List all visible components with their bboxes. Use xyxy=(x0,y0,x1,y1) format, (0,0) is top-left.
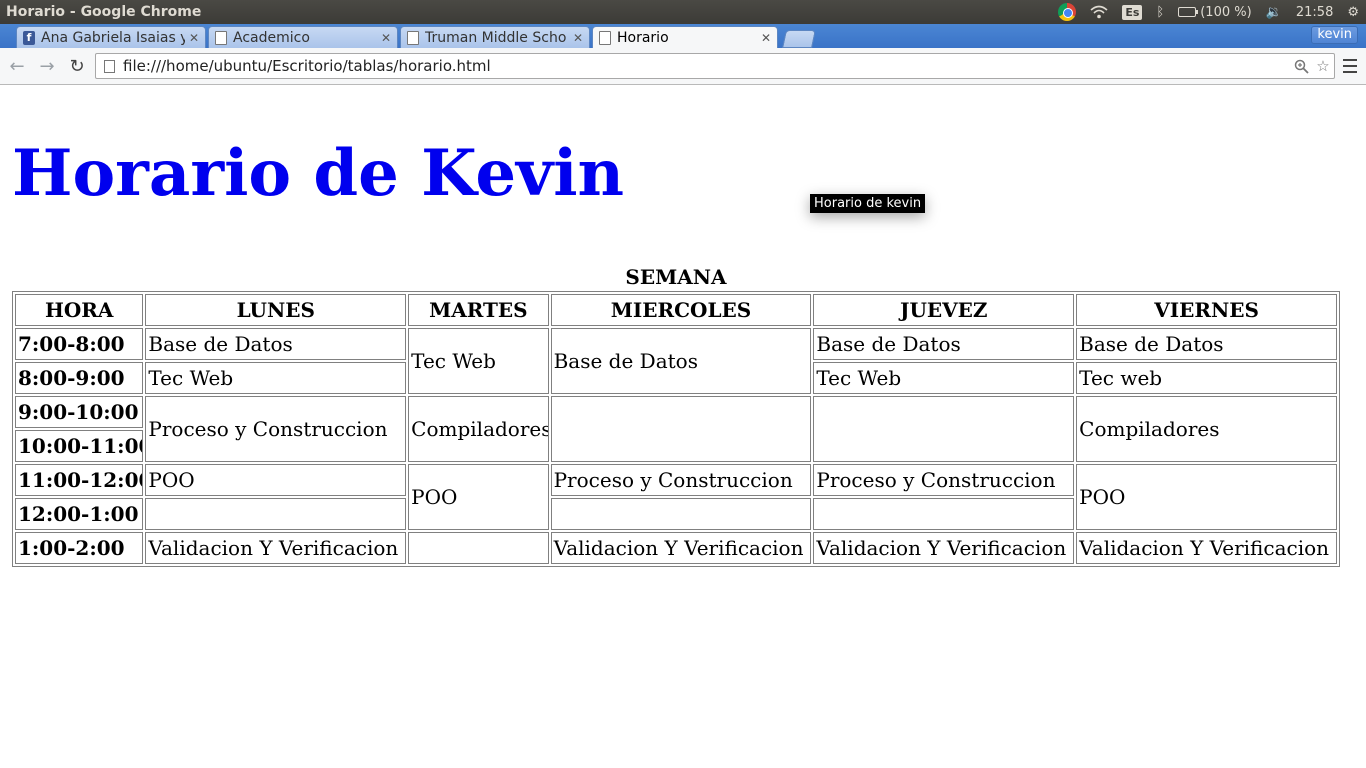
zoom-icon[interactable] xyxy=(1290,55,1312,77)
table-caption: SEMANA xyxy=(625,265,727,289)
url-text[interactable]: file:///home/ubuntu/Escritorio/tablas/ho… xyxy=(123,57,1290,75)
schedule-table: SEMANA HORA LUNES MARTES MIERCOLES JUEVE… xyxy=(12,263,1340,567)
class-cell: Proceso y Construccion xyxy=(813,464,1075,496)
close-icon[interactable]: ✕ xyxy=(573,31,583,45)
header-lunes: LUNES xyxy=(145,294,407,326)
tab-facebook[interactable]: f Ana Gabriela Isaias y ✕ xyxy=(16,26,206,48)
header-viernes: VIERNES xyxy=(1076,294,1337,326)
table-row: 7:00-8:00 Base de Datos Tec Web Base de … xyxy=(15,328,1337,394)
browser-toolbar: ← → ↻ file:///home/ubuntu/Escritorio/tab… xyxy=(0,48,1366,85)
class-cell: Compiladores xyxy=(1076,396,1337,462)
window-title: Horario - Google Chrome xyxy=(6,4,202,20)
facebook-icon: f xyxy=(23,30,35,45)
tab-horario[interactable]: Horario ✕ xyxy=(592,26,778,49)
reload-icon[interactable]: ↻ xyxy=(64,53,90,79)
class-cell: Base de Datos xyxy=(145,328,407,360)
header-juevez: JUEVEZ xyxy=(813,294,1075,326)
tab-truman[interactable]: Truman Middle Scho ✕ xyxy=(400,26,590,48)
new-tab-button[interactable] xyxy=(782,30,816,48)
tab-academico[interactable]: Academico ✕ xyxy=(208,26,398,48)
wifi-icon[interactable] xyxy=(1083,0,1115,24)
tab-label: Ana Gabriela Isaias y xyxy=(41,29,185,46)
battery-indicator[interactable]: (100 %) xyxy=(1171,0,1258,24)
table-header-row: HORA LUNES MARTES MIERCOLES JUEVEZ VIERN… xyxy=(15,294,1337,326)
bookmark-star-icon[interactable]: ☆ xyxy=(1312,55,1334,77)
class-cell xyxy=(550,498,812,530)
page-icon xyxy=(104,59,115,73)
hour-cell: 10:00-11:00 xyxy=(15,430,144,462)
class-cell: Proceso y Construccion xyxy=(145,396,407,462)
class-cell: POO xyxy=(408,464,549,530)
close-icon[interactable]: ✕ xyxy=(761,31,771,45)
system-top-bar: Horario - Google Chrome Es ᛒ (100 %) 🔉 2… xyxy=(0,0,1366,24)
class-cell: Validacion Y Verificacion xyxy=(813,532,1075,564)
hour-cell: 9:00-10:00 xyxy=(15,396,144,428)
hour-cell: 12:00-1:00 xyxy=(15,498,144,530)
header-hora: HORA xyxy=(15,294,144,326)
battery-icon xyxy=(1178,7,1199,17)
class-cell xyxy=(550,396,812,462)
tab-label: Academico xyxy=(233,29,310,46)
class-cell: POO xyxy=(1076,464,1337,530)
chrome-tray-icon[interactable] xyxy=(1051,0,1083,24)
tab-label: Truman Middle Scho xyxy=(425,29,567,46)
class-cell: Tec Web xyxy=(408,328,549,394)
class-cell: Validacion Y Verificacion xyxy=(1076,532,1337,564)
table-row: 1:00-2:00 Validacion Y Verificacion Vali… xyxy=(15,532,1337,564)
clock[interactable]: 21:58 xyxy=(1289,0,1340,24)
volume-icon[interactable]: 🔉 xyxy=(1259,0,1289,24)
hour-cell: 8:00-9:00 xyxy=(15,362,144,394)
page-icon xyxy=(215,30,227,45)
forward-arrow-icon[interactable]: → xyxy=(34,53,60,79)
keyboard-layout-indicator[interactable]: Es xyxy=(1115,0,1149,24)
class-cell: Compiladores xyxy=(408,396,549,462)
class-cell: Tec Web xyxy=(145,362,407,394)
class-cell: Base de Datos xyxy=(813,328,1075,360)
address-bar[interactable]: file:///home/ubuntu/Escritorio/tablas/ho… xyxy=(95,53,1335,79)
page-heading: Horario de Kevin xyxy=(12,136,625,211)
class-cell xyxy=(145,498,407,530)
hour-cell: 7:00-8:00 xyxy=(15,328,144,360)
header-martes: MARTES xyxy=(408,294,549,326)
class-cell: Tec web xyxy=(1076,362,1337,394)
class-cell xyxy=(813,498,1075,530)
class-cell: Validacion Y Verificacion xyxy=(145,532,407,564)
class-cell: Proceso y Construccion xyxy=(550,464,812,496)
close-icon[interactable]: ✕ xyxy=(381,31,391,45)
class-cell: POO xyxy=(145,464,407,496)
class-cell: Validacion Y Verificacion xyxy=(550,532,812,564)
bluetooth-icon[interactable]: ᛒ xyxy=(1149,0,1171,24)
tooltip: Horario de kevin xyxy=(810,194,926,213)
web-page-content: Horario de Kevin Horario de kevin SEMANA… xyxy=(0,86,1366,768)
class-cell: Tec Web xyxy=(813,362,1075,394)
hour-cell: 11:00-12:00 xyxy=(15,464,144,496)
page-icon xyxy=(407,30,419,45)
table-row: 9:00-10:00 Proceso y Construccion Compil… xyxy=(15,396,1337,462)
settings-gear-icon[interactable]: ⚙ xyxy=(1340,0,1366,24)
hour-cell: 1:00-2:00 xyxy=(15,532,144,564)
table-row: 11:00-12:00 POO POO Proceso y Construcci… xyxy=(15,464,1337,530)
tab-label: Horario xyxy=(617,30,669,46)
chrome-menu-icon[interactable] xyxy=(1340,56,1360,76)
back-arrow-icon[interactable]: ← xyxy=(4,53,30,79)
class-cell xyxy=(813,396,1075,462)
profile-button[interactable]: kevin xyxy=(1311,26,1358,44)
close-icon[interactable]: ✕ xyxy=(189,31,199,45)
browser-tab-strip: f Ana Gabriela Isaias y ✕ Academico ✕ Tr… xyxy=(0,24,1366,49)
class-cell: Base de Datos xyxy=(550,328,812,394)
class-cell: Base de Datos xyxy=(1076,328,1337,360)
class-cell xyxy=(408,532,549,564)
header-miercoles: MIERCOLES xyxy=(550,294,812,326)
page-icon xyxy=(599,31,611,45)
system-tray: Es ᛒ (100 %) 🔉 21:58 ⚙ xyxy=(1051,0,1366,24)
